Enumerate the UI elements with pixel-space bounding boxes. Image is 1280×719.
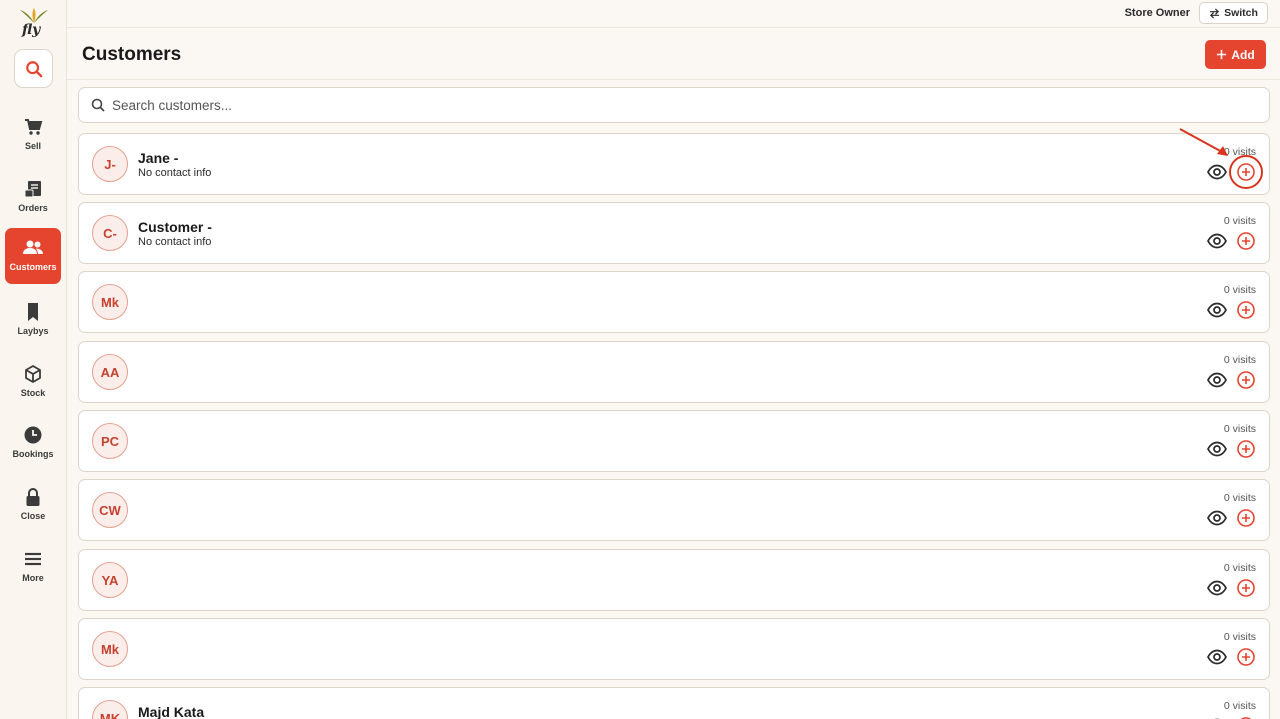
menu-icon xyxy=(25,552,41,566)
visit-count: 0 visits xyxy=(1223,215,1256,227)
sidebar-item-orders[interactable]: Orders xyxy=(5,169,61,225)
topbar: Store Owner Switch xyxy=(67,0,1280,28)
logo-text: fly xyxy=(22,22,41,38)
visit-count: 0 visits xyxy=(1223,423,1256,435)
box-icon xyxy=(25,365,41,383)
add-visit-icon[interactable] xyxy=(1236,370,1256,390)
visit-count: 0 visits xyxy=(1223,354,1256,366)
avatar: C- xyxy=(92,215,128,251)
eye-icon[interactable] xyxy=(1207,439,1227,459)
visit-count: 0 visits xyxy=(1223,492,1256,504)
annotation-arrow-icon xyxy=(1179,128,1228,156)
customer-contact: No contact info xyxy=(138,167,212,179)
sidebar-item-label: Bookings xyxy=(12,449,54,459)
customer-row[interactable]: CW 0 visits xyxy=(78,479,1270,541)
lock-icon xyxy=(26,488,40,506)
visit-count: 0 visits xyxy=(1223,562,1256,574)
cart-icon xyxy=(25,119,43,135)
customer-row[interactable]: PC 0 visits xyxy=(78,410,1270,472)
customer-row[interactable]: YA 0 visits xyxy=(78,549,1270,611)
add-visit-icon[interactable] xyxy=(1236,231,1256,251)
customer-contact: No contact info xyxy=(138,236,212,248)
customer-row[interactable]: Mk 0 visits xyxy=(78,618,1270,680)
sidebar-item-sell[interactable]: Sell xyxy=(5,107,61,163)
swap-icon xyxy=(1209,7,1220,19)
users-icon xyxy=(23,240,43,254)
sidebar-item-label: Orders xyxy=(18,203,48,213)
sidebar-item-label: Laybys xyxy=(17,326,49,336)
avatar: Mk xyxy=(92,631,128,667)
sidebar-item-label: More xyxy=(22,573,44,583)
sidebar-item-label: Sell xyxy=(24,141,41,151)
plus-icon xyxy=(1217,49,1227,60)
sidebar-item-laybys[interactable]: Laybys xyxy=(5,292,61,348)
avatar: MK xyxy=(92,700,128,719)
avatar: J- xyxy=(92,146,128,182)
visit-count: 0 visits xyxy=(1223,631,1256,643)
sidebar-item-label: Close xyxy=(20,511,46,521)
customer-row[interactable]: C- Customer - No contact info 0 visits xyxy=(78,202,1270,264)
eye-icon[interactable] xyxy=(1207,370,1227,390)
add-visit-icon[interactable] xyxy=(1236,300,1256,320)
eye-icon[interactable] xyxy=(1207,300,1227,320)
search-icon xyxy=(91,98,105,112)
receipt-icon xyxy=(24,181,41,198)
page-header: Customers Add xyxy=(67,29,1280,80)
sidebar-item-customers[interactable]: Customers xyxy=(5,228,61,284)
customer-name: Jane - xyxy=(138,150,179,166)
customer-row[interactable]: Mk 0 visits xyxy=(78,271,1270,333)
add-label: Add xyxy=(1231,47,1255,62)
sidebar-item-stock[interactable]: Stock xyxy=(5,354,61,410)
add-visit-icon[interactable] xyxy=(1236,647,1256,667)
search-input[interactable] xyxy=(112,94,1252,116)
eye-icon[interactable] xyxy=(1207,162,1227,182)
avatar: Mk xyxy=(92,284,128,320)
search-icon xyxy=(25,60,42,77)
eye-icon[interactable] xyxy=(1207,578,1227,598)
add-customer-button[interactable]: Add xyxy=(1205,40,1266,69)
customer-name: Majd Kata xyxy=(138,704,205,719)
visit-count: 0 visits xyxy=(1223,284,1256,296)
role-label: Store Owner xyxy=(1124,7,1190,19)
clock-icon xyxy=(24,426,42,444)
switch-label: Switch xyxy=(1224,7,1258,19)
sidebar-item-more[interactable]: More xyxy=(5,539,61,595)
add-visit-icon[interactable] xyxy=(1236,578,1256,598)
page-title: Customers xyxy=(82,44,182,65)
eye-icon[interactable] xyxy=(1207,508,1227,528)
sidebar-item-label: Customers xyxy=(9,262,57,272)
sidebar: fly Sell Orders Customers Laybys Stock B… xyxy=(0,0,67,719)
avatar: AA xyxy=(92,354,128,390)
sidebar-search-button[interactable] xyxy=(14,49,53,88)
add-visit-icon[interactable] xyxy=(1236,508,1256,528)
avatar: PC xyxy=(92,423,128,459)
sidebar-item-label: Stock xyxy=(20,388,46,398)
eye-icon[interactable] xyxy=(1207,231,1227,251)
visit-count: 0 visits xyxy=(1223,700,1256,712)
customer-name: Customer - xyxy=(138,219,212,235)
sidebar-item-close[interactable]: Close xyxy=(5,477,61,533)
eye-icon[interactable] xyxy=(1207,647,1227,667)
avatar: YA xyxy=(92,562,128,598)
customer-row[interactable]: J- Jane - No contact info 0 visits xyxy=(78,133,1270,195)
customer-search-bar xyxy=(78,87,1270,123)
customer-row[interactable]: MK Majd Kata 0 visits xyxy=(78,687,1270,719)
switch-button[interactable]: Switch xyxy=(1199,2,1268,24)
avatar: CW xyxy=(92,492,128,528)
bookmark-icon xyxy=(28,303,38,321)
customer-row[interactable]: AA 0 visits xyxy=(78,341,1270,403)
add-visit-icon[interactable] xyxy=(1236,439,1256,459)
sidebar-item-bookings[interactable]: Bookings xyxy=(5,415,61,471)
